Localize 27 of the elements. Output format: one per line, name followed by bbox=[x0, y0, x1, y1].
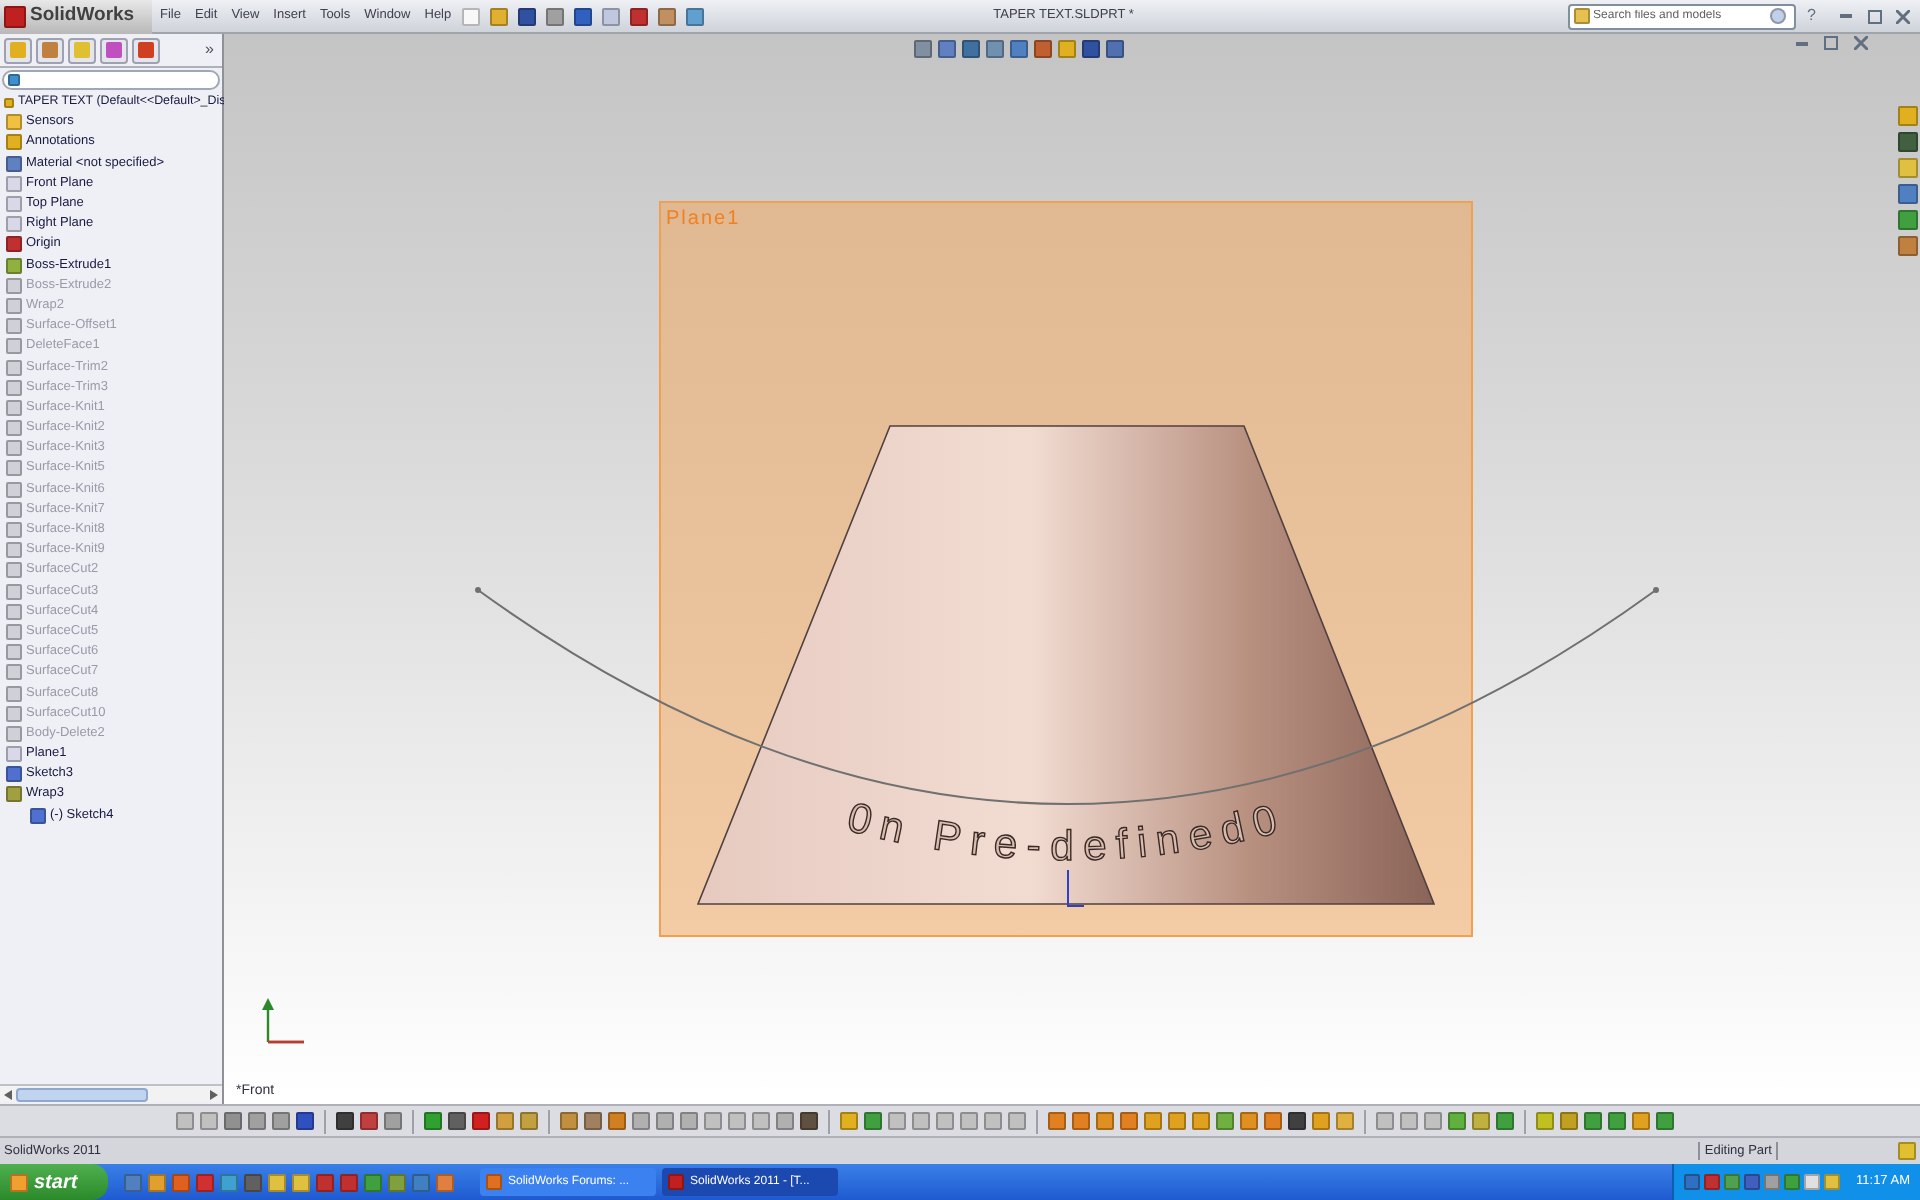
panel-tab[interactable] bbox=[36, 37, 64, 63]
restore-icon[interactable] bbox=[1824, 36, 1838, 50]
expand-button[interactable]: » bbox=[205, 38, 214, 62]
panel-tab[interactable] bbox=[132, 37, 160, 63]
start-button[interactable]: start bbox=[0, 1164, 108, 1200]
curve-endpoint bbox=[475, 587, 481, 593]
app-logo[interactable]: SolidWorks bbox=[0, 0, 152, 33]
app-icon bbox=[486, 1174, 502, 1190]
curve-endpoint bbox=[1653, 587, 1659, 593]
app-icon bbox=[668, 1174, 684, 1190]
close-icon[interactable] bbox=[1896, 9, 1910, 23]
scroll-right-icon[interactable] bbox=[210, 1089, 218, 1099]
filter-field[interactable] bbox=[2, 70, 220, 90]
minimize-icon[interactable] bbox=[1796, 41, 1808, 45]
panel-tab[interactable] bbox=[4, 37, 32, 63]
plane-label: Plane1 bbox=[666, 208, 741, 230]
panel-tab[interactable] bbox=[68, 37, 96, 63]
engraved-text: 0n Pre-defined0 bbox=[842, 794, 1292, 870]
horizontal-scrollbar[interactable] bbox=[0, 1084, 222, 1102]
restore-icon[interactable] bbox=[1868, 9, 1882, 23]
close-icon[interactable] bbox=[1854, 36, 1868, 50]
scroll-left-icon[interactable] bbox=[4, 1089, 12, 1099]
axis-triad-icon bbox=[262, 998, 306, 1044]
panel-tab[interactable] bbox=[100, 37, 128, 63]
logo-text: SolidWorks bbox=[30, 1, 135, 30]
scrollbar-thumb[interactable] bbox=[16, 1087, 148, 1101]
help-button[interactable]: ? bbox=[1807, 4, 1816, 28]
